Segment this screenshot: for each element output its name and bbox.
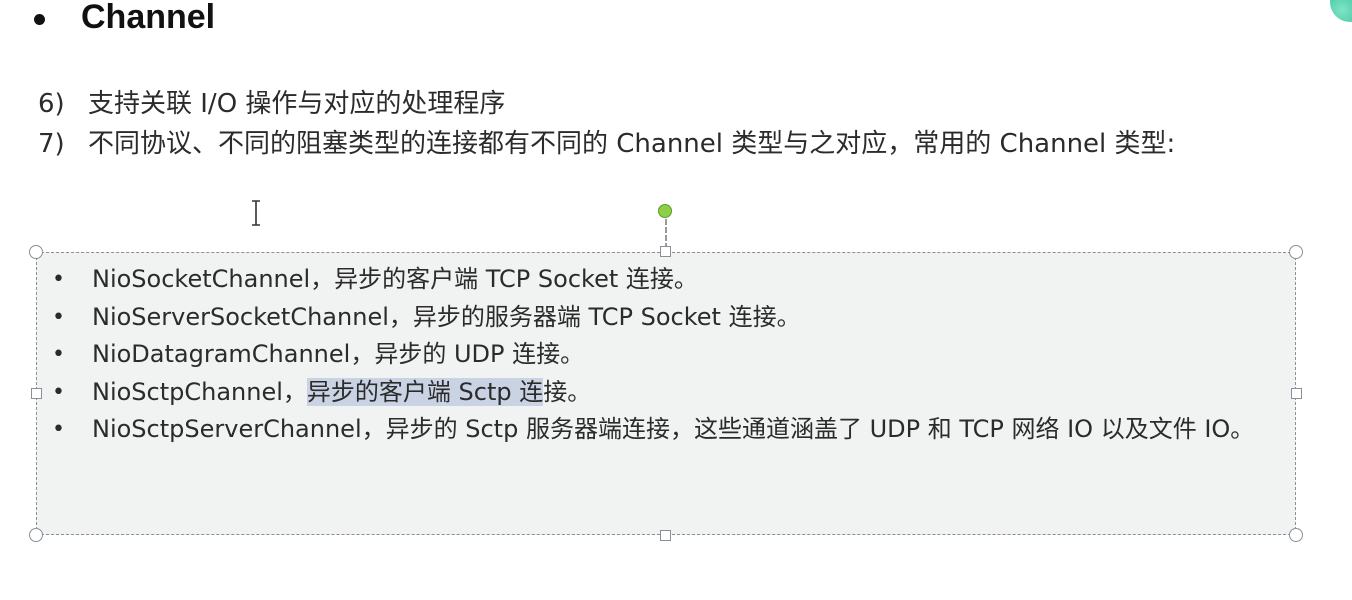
bullet-dot: • bbox=[52, 417, 65, 442]
heading-bullet-icon bbox=[34, 13, 45, 25]
bullet-dot: • bbox=[52, 304, 65, 330]
text-before-selection: NioSctpChannel， bbox=[92, 377, 307, 406]
list-item[interactable]: • NioSocketChannel，异步的客户端 TCP Socket 连接。 bbox=[52, 261, 1292, 299]
resize-handle-top-right[interactable] bbox=[1289, 245, 1303, 259]
list-item-text: NioSocketChannel，异步的客户端 TCP Socket 连接。 bbox=[92, 265, 698, 293]
resize-handle-top-left[interactable] bbox=[29, 245, 43, 259]
item-number: 6) bbox=[38, 89, 65, 119]
list-item[interactable]: • NioServerSocketChannel，异步的服务器端 TCP Soc… bbox=[52, 299, 1292, 337]
numbered-list: 6) 支持关联 I/O 操作与对应的处理程序 7) 不同协议、不同的阻塞类型的连… bbox=[38, 84, 1278, 164]
numbered-item-6[interactable]: 6) 支持关联 I/O 操作与对应的处理程序 bbox=[38, 84, 1278, 124]
rotate-connector bbox=[665, 219, 667, 249]
list-item-text: NioSctpServerChannel，异步的 Sctp 服务器端连接，这些通… bbox=[92, 415, 1255, 443]
resize-handle-bottom[interactable] bbox=[660, 530, 671, 541]
resize-handle-bottom-right[interactable] bbox=[1289, 528, 1303, 542]
heading-title[interactable]: Channel bbox=[81, 0, 215, 37]
resize-handle-right[interactable] bbox=[1291, 388, 1302, 399]
bullet-dot: • bbox=[52, 342, 65, 367]
text-after-selection: 接。 bbox=[543, 377, 592, 406]
list-item[interactable]: • NioSctpServerChannel，异步的 Sctp 服务器端连接，这… bbox=[52, 411, 1292, 449]
list-item-text: NioServerSocketChannel，异步的服务器端 TCP Socke… bbox=[92, 302, 801, 331]
selected-text[interactable]: 异步的客户端 Sctp 连 bbox=[306, 377, 544, 406]
item-number: 7) bbox=[38, 129, 65, 159]
slide-heading: Channel bbox=[34, 0, 215, 40]
list-item[interactable]: • NioSctpChannel，异步的客户端 Sctp 连接。 bbox=[52, 374, 1292, 412]
channel-type-list: • NioSocketChannel，异步的客户端 TCP Socket 连接。… bbox=[52, 261, 1292, 449]
rotate-handle[interactable] bbox=[658, 204, 672, 218]
list-item-text: NioSctpChannel，异步的客户端 Sctp 连接。 bbox=[92, 374, 1292, 412]
item-text: 不同协议、不同的阻塞类型的连接都有不同的 Channel 类型与之对应，常用的 … bbox=[88, 129, 1176, 159]
resize-handle-bottom-left[interactable] bbox=[29, 528, 43, 542]
corner-decoration bbox=[1330, 0, 1352, 22]
item-text: 支持关联 I/O 操作与对应的处理程序 bbox=[88, 89, 506, 119]
list-item-text: NioDatagramChannel，异步的 UDP 连接。 bbox=[92, 340, 585, 368]
numbered-item-7[interactable]: 7) 不同协议、不同的阻塞类型的连接都有不同的 Channel 类型与之对应，常… bbox=[38, 124, 1278, 164]
bullet-dot: • bbox=[52, 267, 65, 292]
list-item[interactable]: • NioDatagramChannel，异步的 UDP 连接。 bbox=[52, 336, 1292, 374]
i-beam-cursor-icon bbox=[252, 200, 260, 226]
resize-handle-top[interactable] bbox=[660, 246, 671, 257]
resize-handle-left[interactable] bbox=[31, 388, 42, 399]
bullet-dot: • bbox=[52, 379, 65, 405]
